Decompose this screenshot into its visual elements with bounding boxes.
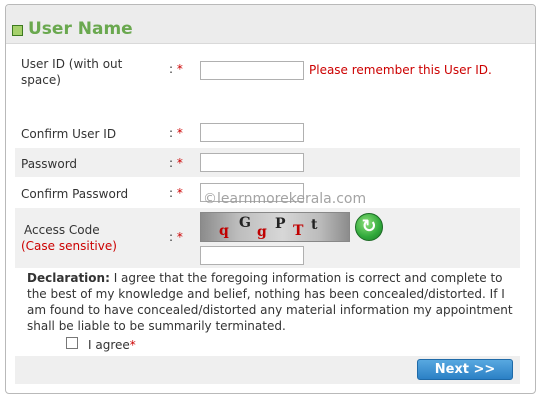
declaration-heading: Declaration: [27,271,110,285]
captcha-char: G [239,215,251,231]
watermark-text: ©learnmorekerala.com [203,191,367,207]
agree-checkbox[interactable] [66,337,78,349]
form-footer: Next >> [15,356,520,384]
user-id-input[interactable] [200,61,304,80]
confirm-user-id-colon: : * [169,126,183,140]
access-code-input[interactable] [200,246,304,265]
access-code-row: Access Code (Case sensitive) : * q G g P… [15,208,520,268]
panel-title: User Name [28,19,133,39]
collapse-square-icon [12,25,23,36]
captcha-char: q [219,223,229,239]
next-button[interactable]: Next >> [417,359,513,380]
agree-label: I agree* [88,338,136,352]
password-colon: : * [169,156,183,170]
user-id-label: User ID (with out space) [21,57,123,87]
access-code-label: Access Code [24,223,100,237]
refresh-captcha-icon[interactable]: ↻ [355,213,383,241]
confirm-password-label: Confirm Password [21,187,129,201]
password-label: Password [21,157,78,171]
captcha-char: T [293,223,304,239]
panel-header: User Name [6,5,535,44]
declaration-text: Declaration: I agree that the foregoing … [27,270,517,334]
user-id-colon: : * [169,62,183,76]
user-id-note: Please remember this User ID. [309,63,492,77]
confirm-password-colon: : * [169,186,183,200]
confirm-user-id-label: Confirm User ID [21,127,117,141]
password-input[interactable] [200,153,304,172]
captcha-char: t [311,217,318,233]
captcha-char: g [257,224,267,240]
password-row: Password : * [15,148,520,177]
confirm-user-id-input[interactable] [200,123,304,142]
case-sensitive-note: (Case sensitive) [21,239,117,253]
captcha-image: q G g P T t [200,212,350,242]
access-code-colon: : * [169,230,183,244]
user-id-row: User ID (with out space) : * Please reme… [15,51,520,117]
confirm-user-id-row: Confirm User ID : * [15,118,520,147]
captcha-char: P [275,216,286,232]
